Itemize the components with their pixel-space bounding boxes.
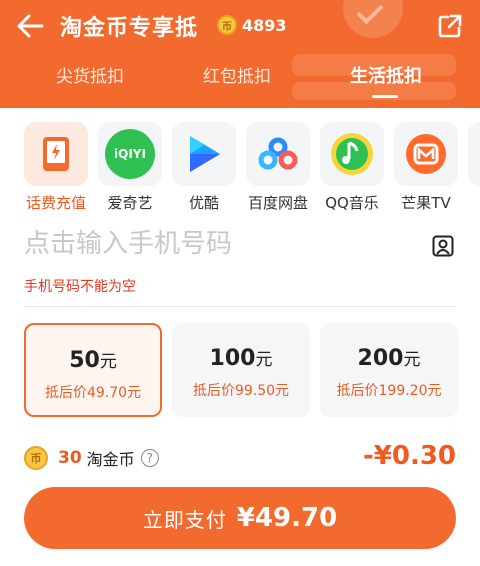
active-tab-indicator [372, 95, 398, 98]
option-amount: 50元 [69, 348, 117, 373]
service-baidu-netdisk[interactable]: 百度网盘 [246, 122, 310, 213]
pay-amount: ¥49.70 [236, 503, 338, 533]
coin-deduction-row: 币 30 淘金币 ? [24, 446, 159, 470]
header-bar: 淘金币专享抵 币 4893 尖货抵扣 红包抵扣 生活抵扣 [0, 0, 480, 108]
service-mango-tv[interactable]: 芒果TV [394, 122, 458, 213]
deduction-coin-label: 淘金币 [86, 450, 135, 469]
title-bar: 淘金币专享抵 币 4893 [0, 0, 480, 52]
service-label: 优酷 [188, 194, 219, 212]
recharge-option-50[interactable]: 50元 抵后价49.70元 [24, 323, 162, 417]
service-label: 爱奇艺 [107, 194, 153, 212]
phone-error-message: 手机号码不能为空 [24, 279, 136, 295]
service-qq-music[interactable]: QQ音乐 [320, 122, 384, 213]
option-amount: 100元 [209, 346, 273, 371]
service-phone-charge[interactable]: 话费充值 [24, 122, 88, 213]
tab-bar: 尖货抵扣 红包抵扣 生活抵扣 [0, 62, 480, 102]
option-discounted-price: 抵后价49.70元 [44, 385, 142, 401]
gold-coin-icon: 币 [217, 15, 237, 35]
phone-number-input[interactable] [24, 222, 424, 266]
iqiyi-icon: iQIYI [98, 122, 162, 186]
phone-charge-icon [24, 122, 88, 186]
option-discounted-price: 抵后价199.20元 [336, 383, 442, 399]
tab-redpacket-deduction[interactable]: 红包抵扣 [203, 62, 271, 87]
option-discounted-price: 抵后价99.50元 [192, 383, 290, 399]
pay-button-label: 立即支付 [142, 507, 227, 532]
service-label: 腾 [460, 192, 480, 213]
service-list: 话费充值 iQIYI 爱奇艺 优酷 百度网盘 QQ音乐 芒果TV [24, 122, 480, 214]
share-icon[interactable] [437, 13, 463, 39]
service-youku[interactable]: 优酷 [172, 122, 236, 213]
divider [24, 306, 456, 307]
tab-trendy-deduction[interactable]: 尖货抵扣 [56, 62, 124, 87]
service-label: 百度网盘 [247, 194, 308, 212]
recharge-option-200[interactable]: 200元 抵后价199.20元 [320, 323, 458, 417]
help-icon[interactable]: ? [140, 449, 159, 467]
coin-balance-count: 4893 [242, 15, 287, 35]
baidu-netdisk-icon [246, 122, 310, 186]
pay-now-button[interactable]: 立即支付 ¥49.70 [24, 487, 456, 549]
service-iqiyi[interactable]: iQIYI 爱奇艺 [98, 122, 162, 213]
coin-balance: 币 4893 [217, 15, 287, 35]
recharge-option-100[interactable]: 100元 抵后价99.50元 [172, 323, 310, 417]
back-arrow-icon[interactable] [16, 13, 44, 39]
service-tencent[interactable]: 腾 [468, 122, 480, 213]
mango-tv-icon [394, 122, 458, 186]
tencent-icon [468, 122, 480, 186]
option-amount: 200元 [357, 346, 421, 371]
service-label: 话费充值 [25, 194, 86, 212]
page-title: 淘金币专享抵 [60, 16, 199, 41]
deduction-coin-count: 30 [58, 448, 82, 468]
tab-life-deduction[interactable]: 生活抵扣 [350, 62, 422, 88]
deduction-amount: -¥0.30 [362, 441, 456, 471]
gold-coin-icon: 币 [24, 446, 48, 470]
service-label: 芒果TV [401, 194, 451, 212]
youku-icon [172, 122, 236, 186]
contacts-icon[interactable] [432, 235, 454, 257]
qq-music-icon [320, 122, 384, 186]
service-label: QQ音乐 [325, 194, 379, 212]
